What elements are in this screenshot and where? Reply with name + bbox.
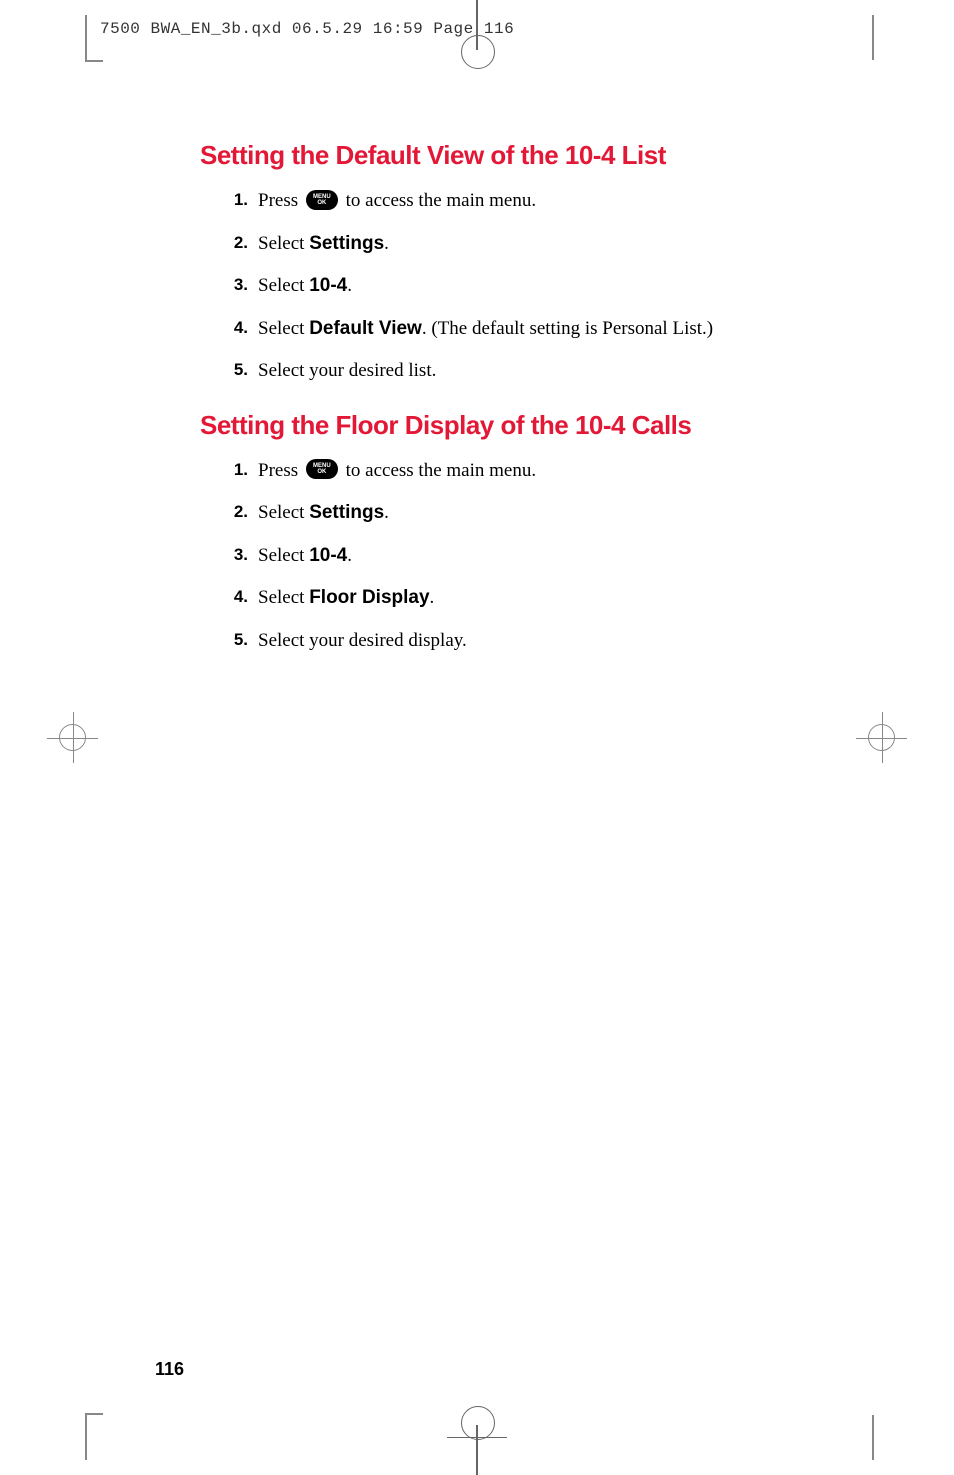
list-item: 4. Select Floor Display.: [224, 584, 800, 613]
corner-mark-top-right: [872, 15, 874, 60]
step-number: 3.: [224, 542, 248, 571]
list-item: 5. Select your desired display.: [224, 627, 800, 656]
menu-ok-icon: MENUOK: [306, 190, 338, 210]
step-number: 3.: [224, 272, 248, 301]
list-item: 5. Select your desired list.: [224, 357, 800, 386]
list-item: 2. Select Settings.: [224, 230, 800, 259]
list-item: 3. Select 10-4.: [224, 272, 800, 301]
step-text: Select Default View. (The default settin…: [258, 315, 800, 344]
crop-mark-bottom-line: [447, 1437, 507, 1438]
list-item: 1. Press MENUOK to access the main menu.: [224, 457, 800, 486]
step-number: 5.: [224, 357, 248, 386]
step-list-1: 1. Press MENUOK to access the main menu.…: [200, 187, 800, 386]
step-text: Select Settings.: [258, 499, 800, 528]
step-text: Press MENUOK to access the main menu.: [258, 187, 800, 216]
step-text: Select your desired display.: [258, 627, 800, 656]
list-item: 4. Select Default View. (The default set…: [224, 315, 800, 344]
step-text: Select 10-4.: [258, 272, 800, 301]
step-text: Select your desired list.: [258, 357, 800, 386]
step-number: 1.: [224, 187, 248, 216]
step-number: 4.: [224, 584, 248, 613]
list-item: 3. Select 10-4.: [224, 542, 800, 571]
corner-mark-bottom-right: [872, 1415, 874, 1460]
list-item: 2. Select Settings.: [224, 499, 800, 528]
crop-mark-bottom: [476, 1425, 478, 1475]
section-heading-1: Setting the Default View of the 10-4 Lis…: [200, 140, 800, 171]
step-text: Select Settings.: [258, 230, 800, 259]
step-number: 2.: [224, 230, 248, 259]
crop-mark-top: [476, 0, 478, 50]
step-number: 1.: [224, 457, 248, 486]
registration-mark-left: [55, 720, 90, 755]
step-number: 4.: [224, 315, 248, 344]
step-text: Press MENUOK to access the main menu.: [258, 457, 800, 486]
step-number: 5.: [224, 627, 248, 656]
step-list-2: 1. Press MENUOK to access the main menu.…: [200, 457, 800, 656]
page-number: 116: [155, 1359, 184, 1380]
list-item: 1. Press MENUOK to access the main menu.: [224, 187, 800, 216]
step-text: Select 10-4.: [258, 542, 800, 571]
page-content: Setting the Default View of the 10-4 Lis…: [200, 140, 800, 669]
print-header: 7500 BWA_EN_3b.qxd 06.5.29 16:59 Page 11…: [100, 20, 514, 38]
step-text: Select Floor Display.: [258, 584, 800, 613]
step-number: 2.: [224, 499, 248, 528]
registration-mark-right: [864, 720, 899, 755]
section-heading-2: Setting the Floor Display of the 10-4 Ca…: [200, 410, 800, 441]
menu-ok-icon: MENUOK: [306, 459, 338, 479]
